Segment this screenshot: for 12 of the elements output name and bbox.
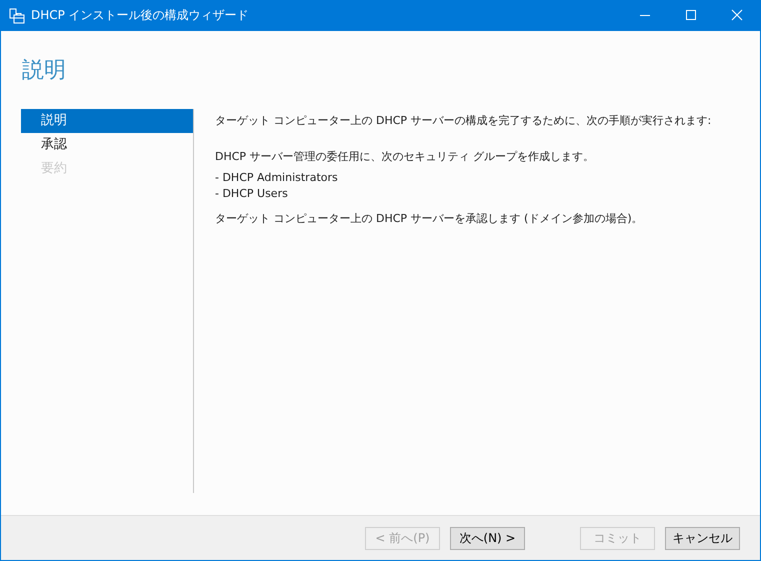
step-item[interactable]: 説明 [21,109,193,133]
step-item[interactable]: 承認 [21,133,193,157]
server-briefcase-icon [9,8,25,24]
wizard-button[interactable]: 次へ(N) > [450,526,525,550]
authorize-text: ターゲット コンピューター上の DHCP サーバーを承認します (ドメイン参加の場合)。 [215,211,644,226]
group-item: - DHCP Users [215,186,289,202]
group-item: - DHCP Administrators [215,170,339,186]
page-heading: 説明 [21,57,67,85]
groups-intro-text: DHCP サーバー管理の委任用に、次のセキュリティ グループを作成します。 [215,149,596,164]
intro-text: ターゲット コンピューター上の DHCP サーバーの構成を完了するために、次の手順が実行されます: [215,113,712,128]
wizard-button[interactable]: キャンセル [665,526,740,550]
window-title: DHCP インストール後の構成ウィザード [31,7,249,24]
